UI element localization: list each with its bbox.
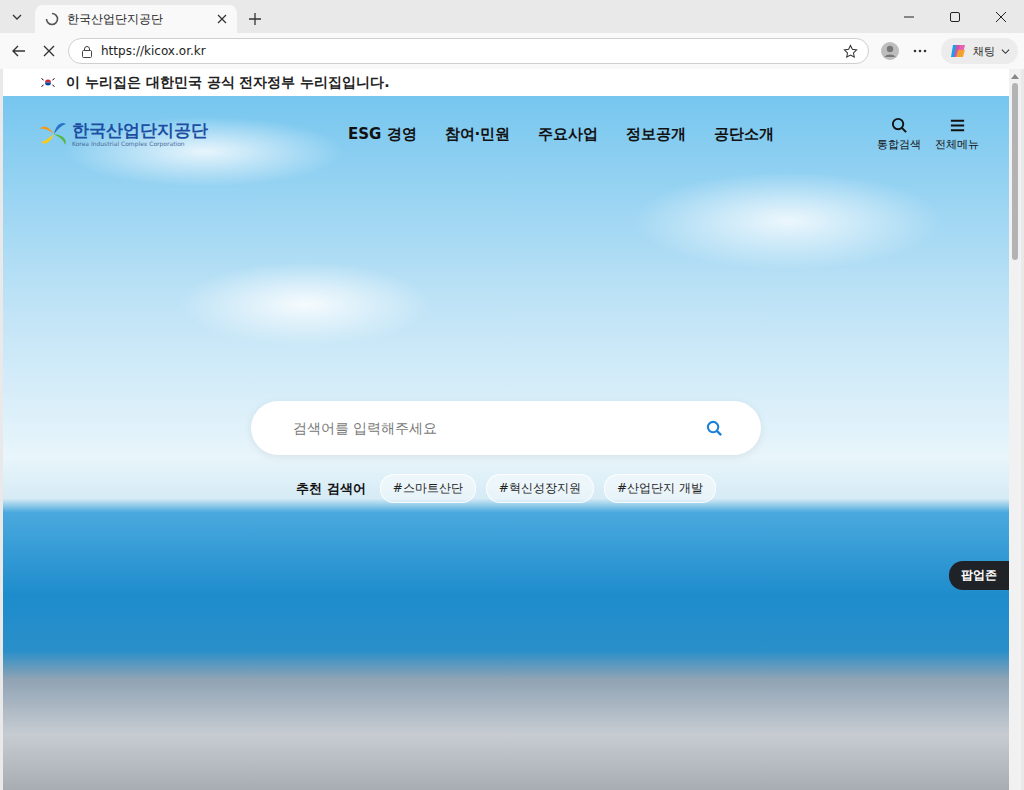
tab-strip: 한국산업단지공단 [0,0,1024,33]
logo-text: 한국산업단지공단 Korea Industrial Complex Corpor… [72,121,208,147]
korean-flag-icon [40,77,56,88]
search-icon[interactable] [706,420,723,437]
recommended-label: 추천 검색어 [296,480,366,498]
close-icon [996,12,1006,22]
search-box [251,401,761,455]
utility-button[interactable]: 전체메뉴 [935,117,979,152]
minimize-icon [904,12,914,22]
recommended-keywords: 추천 검색어 #스마트산단 #혁신성장지원 #산업단지 개발 [296,474,716,503]
hamburger-menu-icon [949,117,966,134]
scroll-track [1009,83,1021,790]
scrollbar[interactable] [1009,69,1021,790]
nav-item[interactable]: 정보공개 [626,125,686,144]
maximize-button[interactable] [932,0,978,33]
tab-list-button[interactable] [4,4,30,30]
nav-item[interactable]: 주요사업 [538,125,598,144]
header-utilities: 통합검색 전체메뉴 [877,117,979,152]
minimize-button[interactable] [886,0,932,33]
nav-item[interactable]: 공단소개 [714,125,774,144]
site-logo[interactable]: 한국산업단지공단 Korea Industrial Complex Corpor… [38,119,208,149]
tab-title: 한국산업단지공단 [67,11,209,28]
keyword-tag[interactable]: #스마트산단 [380,474,476,503]
toolbar: https://kicox.or.kr 채팅 [0,33,1024,69]
search-input[interactable] [291,419,706,437]
browser-window: 한국산업단지공단 https://kicox.or.kr 채팅 이 누리집은 대… [0,0,1024,790]
hero-section: 한국산업단지공단 Korea Industrial Complex Corpor… [3,96,1009,790]
stop-button[interactable] [36,38,62,64]
utility-label: 전체메뉴 [935,137,979,152]
url-text: https://kicox.or.kr [101,44,835,58]
back-arrow-icon [11,43,27,59]
copilot-button[interactable]: 채팅 [941,38,1018,64]
logo-name: 한국산업단지공단 [72,121,208,140]
nav-item[interactable]: 참여·민원 [445,125,511,144]
logo-subtitle: Korea Industrial Complex Corporation [72,140,208,147]
new-tab-button[interactable] [241,5,269,33]
copilot-label: 채팅 [973,44,995,59]
scroll-thumb[interactable] [1012,83,1018,260]
keyword-tag[interactable]: #산업단지 개발 [604,474,716,503]
loading-spinner-icon [45,12,59,26]
chevron-down-icon [1001,47,1010,56]
stop-icon [43,45,55,57]
back-button[interactable] [6,38,32,64]
search-icon [891,117,908,134]
popup-zone-button[interactable]: 팝업존 [949,561,1009,590]
close-tab-icon[interactable] [217,14,227,24]
lock-icon [81,45,93,58]
site-header: 한국산업단지공단 Korea Industrial Complex Corpor… [3,96,1009,154]
scroll-up-icon[interactable] [1011,73,1019,79]
favorite-star-icon[interactable] [843,44,858,59]
browser-tab[interactable]: 한국산업단지공단 [35,5,237,33]
address-bar[interactable]: https://kicox.or.kr [68,38,869,64]
keyword-tag[interactable]: #혁신성장지원 [486,474,594,503]
main-nav: ESG 경영 참여·민원 주요사업 정보공개 공단소개 [348,125,774,144]
chevron-down-icon [11,11,23,23]
page-viewport: 이 누리집은 대한민국 공식 전자정부 누리집입니다. 한국산업단지공단 Kor… [3,69,1021,790]
web-page: 이 누리집은 대한민국 공식 전자정부 누리집입니다. 한국산업단지공단 Kor… [3,69,1009,790]
close-window-button[interactable] [978,0,1024,33]
window-controls [886,0,1024,33]
maximize-icon [950,12,960,22]
profile-icon [881,42,899,60]
government-banner: 이 누리집은 대한민국 공식 전자정부 누리집입니다. [3,69,1009,96]
profile-button[interactable] [877,38,903,64]
copilot-icon [949,42,967,60]
more-button[interactable] [907,38,933,64]
pinwheel-logo-icon [38,119,70,149]
more-dots-icon [913,49,927,53]
utility-button[interactable]: 통합검색 [877,117,921,152]
nav-item[interactable]: ESG 경영 [348,125,417,144]
utility-label: 통합검색 [877,137,921,152]
search-area: 추천 검색어 #스마트산단 #혁신성장지원 #산업단지 개발 [3,154,1009,503]
government-banner-text: 이 누리집은 대한민국 공식 전자정부 누리집입니다. [66,74,390,92]
plus-icon [248,12,262,26]
